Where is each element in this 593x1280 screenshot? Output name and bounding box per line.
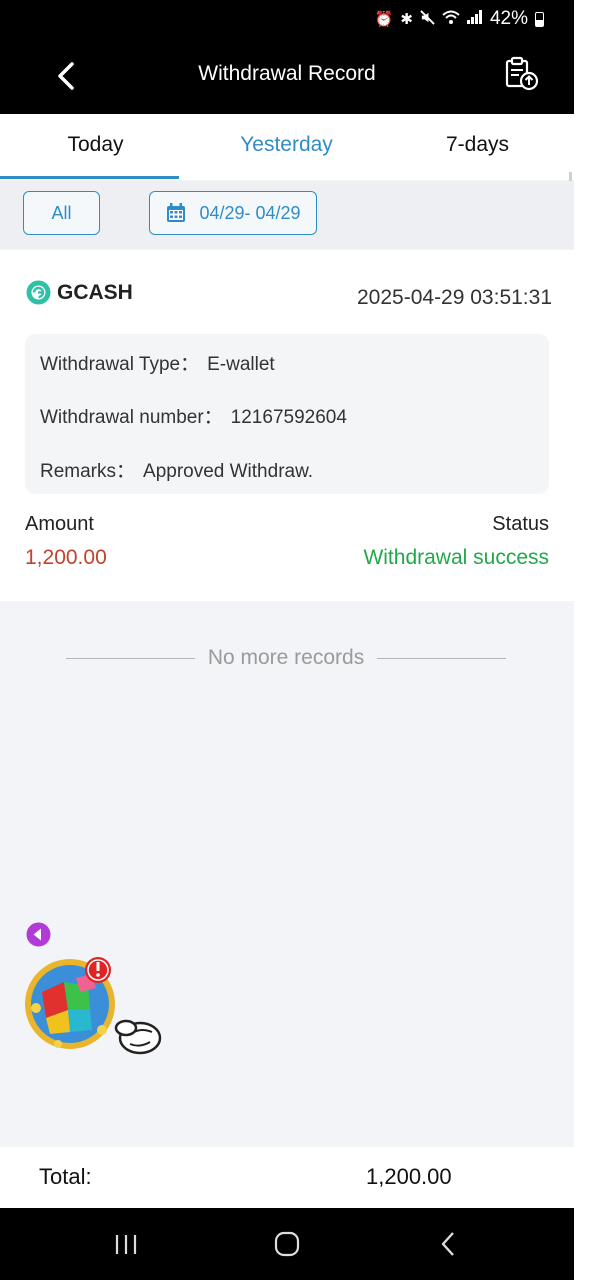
record-details: Withdrawal Type： E-wallet Withdrawal numb…: [25, 334, 549, 494]
alarm-icon: ⏰: [374, 11, 394, 28]
calendar-icon: [167, 203, 186, 222]
record-timestamp: 2025-04-29 03:51:31: [357, 286, 552, 309]
battery-percent: 42%: [489, 8, 528, 29]
home-icon: [274, 1231, 300, 1257]
total-bar: Total: 1,200.00: [0, 1147, 574, 1208]
amount-label: Amount: [25, 513, 94, 535]
page-title: Withdrawal Record: [198, 62, 376, 85]
status-bar: ⏰ ✱ 42%: [0, 0, 574, 38]
filter-all-label: All: [51, 202, 72, 223]
status-label: Status: [492, 513, 549, 535]
export-record-icon: [505, 56, 539, 91]
remarks-value: Approved Withdraw.: [143, 461, 314, 482]
gcash-logo-icon: [26, 280, 51, 305]
total-value: 1,200.00: [366, 1164, 452, 1189]
game-globe-icon: [25, 957, 162, 1055]
filter-all-button[interactable]: All: [23, 191, 100, 235]
date-tabs: Today Yesterday 7-days: [0, 114, 574, 180]
tab-7-days[interactable]: 7-days: [382, 133, 573, 157]
divider-left: [66, 657, 195, 659]
floating-collapse-button[interactable]: [26, 922, 51, 947]
total-label: Total:: [39, 1164, 92, 1189]
date-range-text: 04/29- 04/29: [199, 202, 301, 223]
payment-method: GCASH: [26, 280, 133, 305]
glove-pointer-icon: [114, 1019, 162, 1055]
floating-game-widget[interactable]: [22, 952, 167, 1062]
list-end-indicator: No more records: [66, 646, 507, 670]
remarks-row: Remarks： Approved Withdraw.: [40, 456, 313, 483]
wifi-icon: [442, 10, 460, 29]
withdrawal-type-label: Withdrawal Type：: [40, 354, 200, 375]
recent-apps-icon: [115, 1235, 137, 1254]
recent-apps-button[interactable]: [106, 1228, 146, 1260]
battery-icon: [535, 11, 544, 27]
payment-method-name: GCASH: [57, 280, 133, 304]
screen-edge: [574, 0, 593, 1280]
export-record-button[interactable]: [502, 54, 542, 94]
bluetooth-icon: ✱: [400, 11, 413, 28]
back-icon: [441, 1232, 454, 1256]
divider-right: [377, 657, 507, 659]
home-button[interactable]: [267, 1228, 307, 1260]
withdrawal-type-value: E-wallet: [207, 354, 275, 375]
system-back-button[interactable]: [428, 1228, 468, 1260]
tab-today[interactable]: Today: [0, 133, 191, 157]
remarks-label: Remarks：: [40, 461, 136, 482]
withdrawal-record-card[interactable]: GCASH 2025-04-29 03:51:31 Withdrawal Typ…: [0, 250, 574, 601]
system-nav-bar: [0, 1208, 574, 1280]
collapse-arrow-icon: [26, 922, 51, 947]
signal-icon: [466, 10, 483, 28]
tab-indicator: [0, 176, 179, 179]
tab-yesterday[interactable]: Yesterday: [191, 133, 382, 157]
status-icons: ⏰ ✱ 42%: [375, 8, 544, 30]
status-value: Withdrawal success: [363, 546, 549, 569]
withdrawal-type-row: Withdrawal Type： E-wallet: [40, 349, 275, 376]
date-range-picker[interactable]: 04/29- 04/29: [149, 191, 317, 235]
phone-screen: ⏰ ✱ 42% Withdrawal Record Today Yesterda…: [0, 0, 574, 1280]
withdrawal-number-value: 12167592604: [230, 407, 347, 428]
app-header: Withdrawal Record: [0, 38, 574, 114]
withdrawal-number-row: Withdrawal number： 12167592604: [40, 402, 347, 429]
amount-value: 1,200.00: [25, 546, 107, 569]
mute-icon: [420, 9, 435, 29]
withdrawal-number-label: Withdrawal number：: [40, 407, 223, 428]
no-more-records-text: No more records: [207, 646, 365, 669]
filter-bar: All 04/29- 04/29: [0, 181, 574, 249]
